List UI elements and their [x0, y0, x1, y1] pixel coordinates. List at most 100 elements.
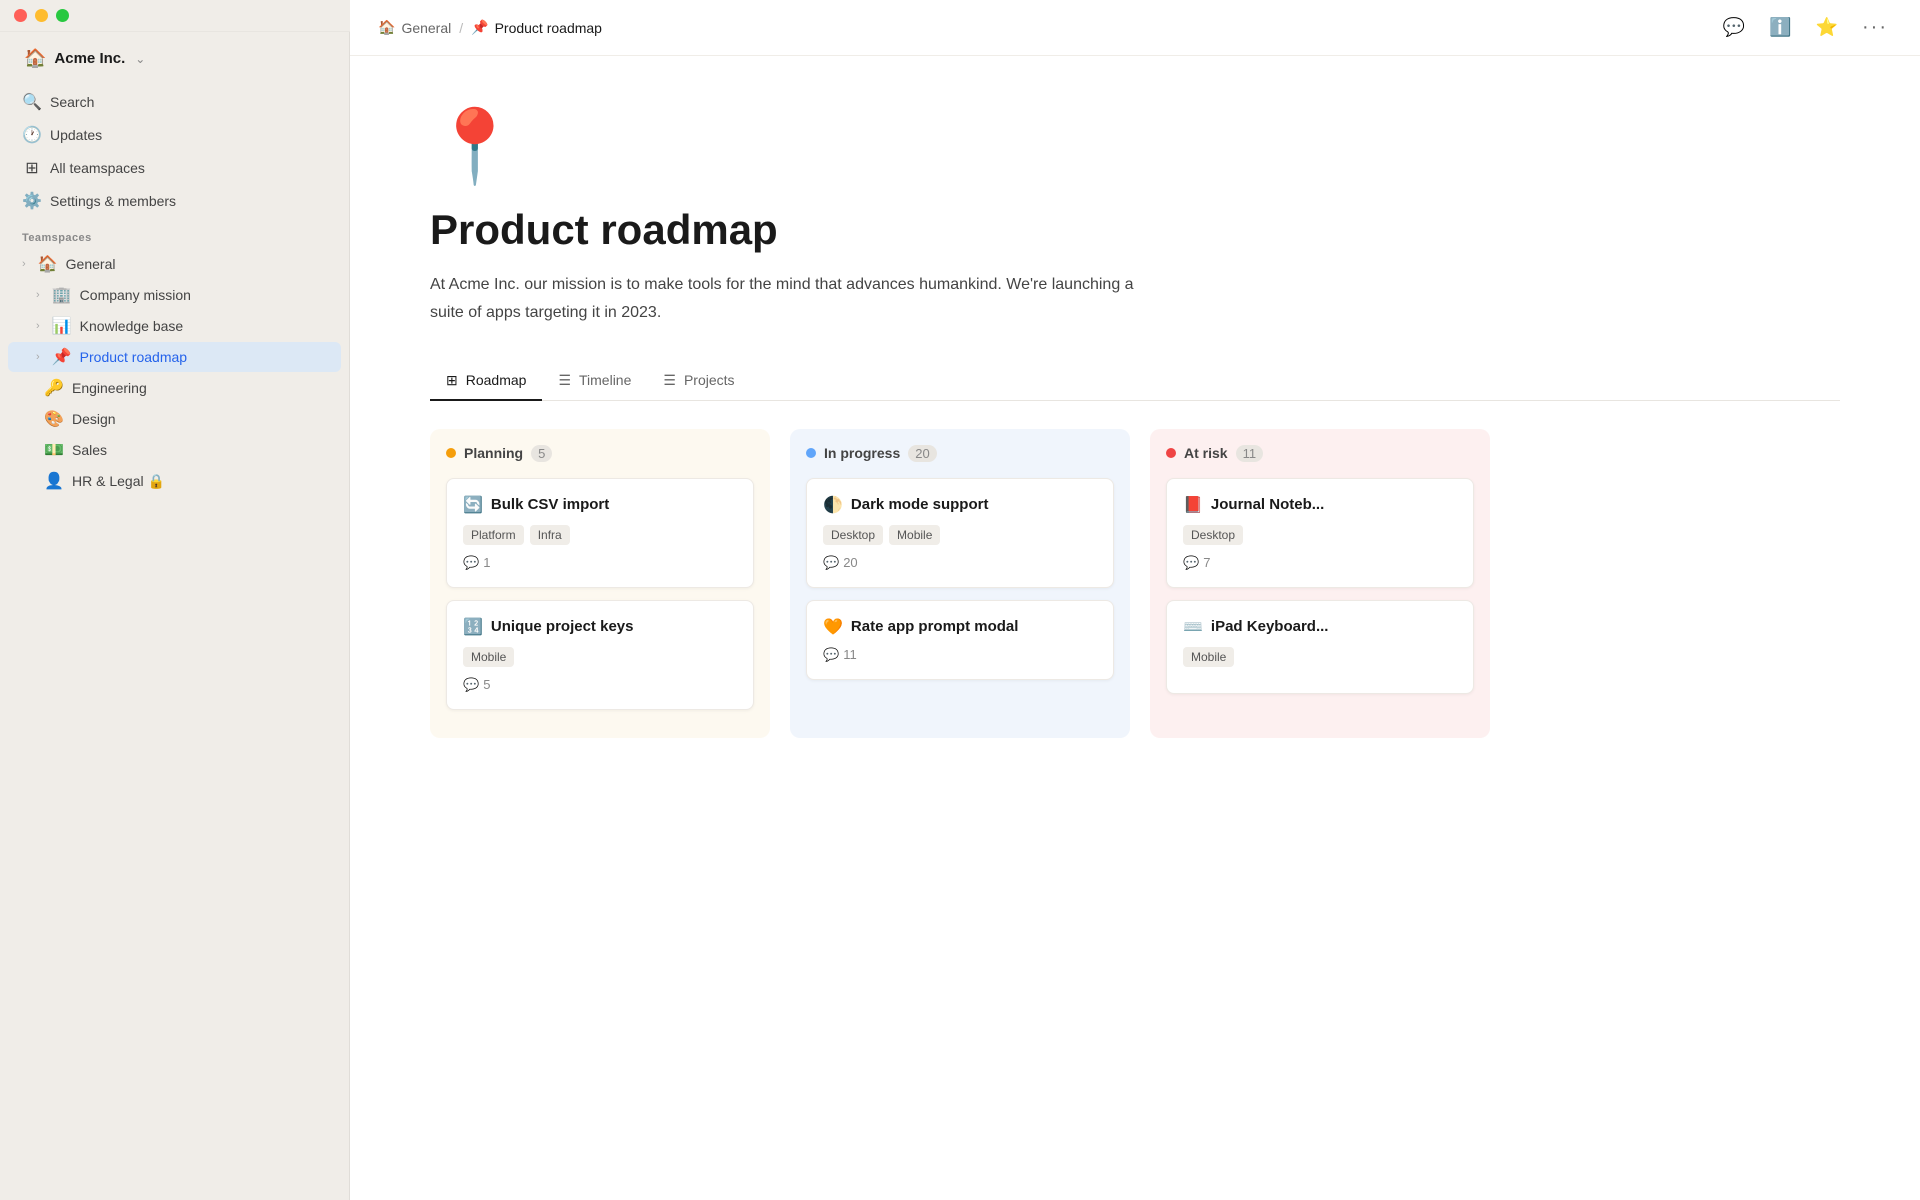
nav-icon-search: 🔍 — [22, 92, 42, 112]
main-content: 🏠 General / 📌 Product roadmap 💬 ℹ️ ⭐ ···… — [350, 0, 1920, 1200]
card-title-text-journal-notebook: Journal Noteb... — [1211, 496, 1324, 513]
workspace-icon: 🏠 — [24, 48, 46, 69]
sidebar-item-engineering[interactable]: 🔑 Engineering — [8, 373, 341, 403]
card-tags-dark-mode: DesktopMobile — [823, 525, 1097, 545]
tab-icon-timeline: ☰ — [558, 372, 571, 389]
tab-roadmap[interactable]: ⊞ Roadmap — [430, 362, 542, 401]
card-rate-app[interactable]: 🧡 Rate app prompt modal 💬 11 — [806, 600, 1114, 680]
breadcrumb-general-label: General — [401, 20, 451, 36]
column-dot-atrisk — [1166, 448, 1176, 458]
breadcrumb-product-roadmap[interactable]: 📌 Product roadmap — [471, 19, 602, 36]
sidebar-nav-settings[interactable]: ⚙️ Settings & members — [8, 185, 341, 217]
column-title-inprogress: In progress — [824, 445, 900, 461]
sidebar-item-product-roadmap[interactable]: › 📌 Product roadmap — [8, 342, 341, 372]
card-unique-project-keys[interactable]: 🔢 Unique project keys Mobile 💬 5 — [446, 600, 754, 710]
nav-icon-all-teamspaces: ⊞ — [22, 158, 42, 178]
card-title-ipad-keyboard: ⌨️ iPad Keyboard... — [1183, 617, 1457, 637]
card-icon-rate-app: 🧡 — [823, 617, 843, 637]
tab-label-projects: Projects — [684, 372, 735, 388]
breadcrumb-general[interactable]: 🏠 General — [378, 19, 451, 36]
card-title-unique-project-keys: 🔢 Unique project keys — [463, 617, 737, 637]
ts-label-sales: Sales — [72, 442, 107, 458]
card-journal-notebook[interactable]: 📕 Journal Noteb... Desktop 💬 7 — [1166, 478, 1474, 588]
star-icon[interactable]: ⭐ — [1812, 13, 1842, 42]
sidebar-item-company-mission[interactable]: › 🏢 Company mission — [8, 280, 341, 310]
sidebar-item-knowledge-base[interactable]: › 📊 Knowledge base — [8, 311, 341, 341]
window-chrome — [0, 0, 350, 32]
ts-icon-hr-legal: 👤 — [44, 471, 64, 491]
card-title-text-ipad-keyboard: iPad Keyboard... — [1211, 618, 1329, 635]
sidebar-item-design[interactable]: 🎨 Design — [8, 404, 341, 434]
tab-icon-roadmap: ⊞ — [446, 372, 458, 389]
chevron-general: › — [22, 258, 26, 270]
sidebar-item-sales[interactable]: 💵 Sales — [8, 435, 341, 465]
traffic-light-yellow[interactable] — [35, 9, 48, 22]
card-title-text-bulk-csv: Bulk CSV import — [491, 496, 609, 513]
nav-icon-updates: 🕐 — [22, 125, 42, 145]
tag-mobile: Mobile — [463, 647, 514, 667]
sidebar-item-hr-legal[interactable]: 👤 HR & Legal 🔒 — [8, 466, 341, 496]
ts-icon-design: 🎨 — [44, 409, 64, 429]
card-comments-rate-app: 💬 11 — [823, 647, 1097, 663]
card-comments-dark-mode: 💬 20 — [823, 555, 1097, 571]
nav-items: 🔍 Search 🕐 Updates ⊞ All teamspaces ⚙️ S… — [0, 85, 349, 218]
card-title-text-dark-mode: Dark mode support — [851, 496, 989, 513]
traffic-light-green[interactable] — [56, 9, 69, 22]
ts-label-hr-legal: HR & Legal 🔒 — [72, 473, 165, 490]
column-header-planning: Planning 5 — [446, 445, 754, 462]
board: Planning 5 🔄 Bulk CSV import PlatformInf… — [430, 429, 1840, 758]
comment-icon-rate-app: 💬 — [823, 647, 839, 663]
board-column-inprogress: In progress 20 🌓 Dark mode support Deskt… — [790, 429, 1130, 738]
tag-mobile: Mobile — [889, 525, 940, 545]
breadcrumb-current-label: Product roadmap — [495, 20, 602, 36]
ts-icon-engineering: 🔑 — [44, 378, 64, 398]
ts-label-general: General — [66, 256, 116, 272]
card-title-text-unique-project-keys: Unique project keys — [491, 618, 634, 635]
ts-icon-knowledge-base: 📊 — [52, 316, 72, 336]
card-title-rate-app: 🧡 Rate app prompt modal — [823, 617, 1097, 637]
card-title-text-rate-app: Rate app prompt modal — [851, 618, 1019, 635]
comment-count-unique-project-keys: 5 — [483, 677, 490, 692]
ts-icon-general: 🏠 — [38, 254, 58, 274]
nav-label-settings: Settings & members — [50, 193, 327, 209]
card-icon-journal-notebook: 📕 — [1183, 495, 1203, 515]
breadcrumb-current-icon: 📌 — [471, 19, 488, 36]
column-header-atrisk: At risk 11 — [1166, 445, 1474, 462]
info-icon[interactable]: ℹ️ — [1765, 13, 1795, 42]
card-icon-unique-project-keys: 🔢 — [463, 617, 483, 637]
tag-platform: Platform — [463, 525, 524, 545]
card-title-journal-notebook: 📕 Journal Noteb... — [1183, 495, 1457, 515]
chevron-company-mission: › — [36, 289, 40, 301]
comment-count-rate-app: 11 — [843, 647, 857, 662]
comments-icon[interactable]: 💬 — [1719, 13, 1749, 42]
column-title-planning: Planning — [464, 445, 523, 461]
tab-label-roadmap: Roadmap — [466, 372, 527, 388]
more-icon[interactable]: ··· — [1858, 12, 1892, 43]
page-description: At Acme Inc. our mission is to make tool… — [430, 271, 1150, 325]
page-title: Product roadmap — [430, 205, 1840, 255]
tab-label-timeline: Timeline — [579, 372, 631, 388]
card-icon-bulk-csv: 🔄 — [463, 495, 483, 515]
column-count-planning: 5 — [531, 445, 552, 462]
workspace-chevron-icon: ⌄ — [135, 52, 145, 66]
tab-timeline[interactable]: ☰ Timeline — [542, 362, 647, 401]
sidebar-nav-updates[interactable]: 🕐 Updates — [8, 119, 341, 151]
card-dark-mode[interactable]: 🌓 Dark mode support DesktopMobile 💬 20 — [806, 478, 1114, 588]
nav-icon-settings: ⚙️ — [22, 191, 42, 211]
sidebar-item-general[interactable]: › 🏠 General — [8, 249, 341, 279]
chevron-product-roadmap: › — [36, 351, 40, 363]
sidebar: 🏠 Acme Inc. ⌄ 🔍 Search 🕐 Updates ⊞ All t… — [0, 0, 350, 1200]
card-ipad-keyboard[interactable]: ⌨️ iPad Keyboard... Mobile — [1166, 600, 1474, 694]
breadcrumb-separator: / — [459, 20, 463, 36]
workspace-header[interactable]: 🏠 Acme Inc. ⌄ — [8, 36, 341, 81]
card-tags-journal-notebook: Desktop — [1183, 525, 1457, 545]
workspace-name: Acme Inc. — [54, 50, 125, 67]
tab-projects[interactable]: ☰ Projects — [647, 362, 750, 401]
traffic-light-red[interactable] — [14, 9, 27, 22]
sidebar-nav-all-teamspaces[interactable]: ⊞ All teamspaces — [8, 152, 341, 184]
sidebar-nav-search[interactable]: 🔍 Search — [8, 86, 341, 118]
ts-label-knowledge-base: Knowledge base — [80, 318, 184, 334]
ts-label-company-mission: Company mission — [80, 287, 191, 303]
card-bulk-csv[interactable]: 🔄 Bulk CSV import PlatformInfra 💬 1 — [446, 478, 754, 588]
page-content: 📍 Product roadmap At Acme Inc. our missi… — [350, 56, 1920, 1200]
